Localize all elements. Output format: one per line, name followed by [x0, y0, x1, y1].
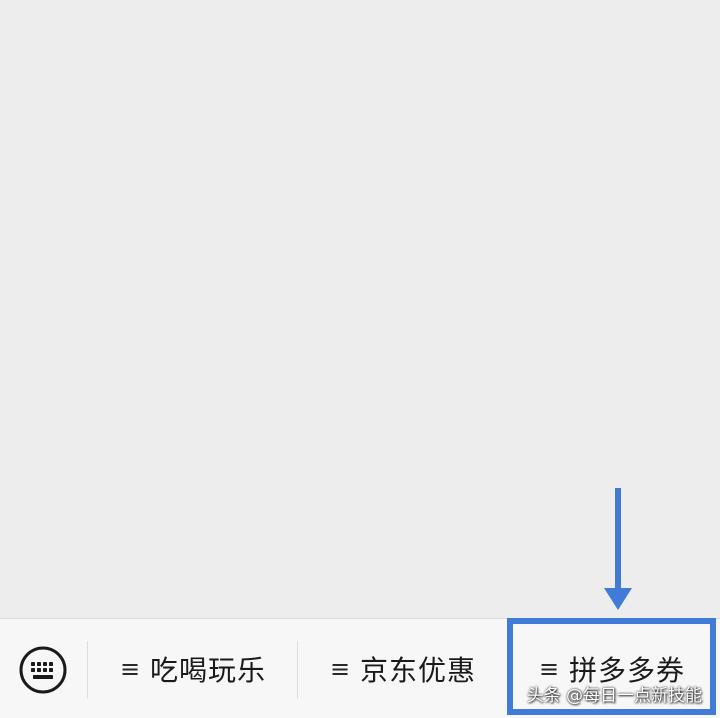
menu-item-jd-deals[interactable]: ≡ 京东优惠	[298, 639, 508, 699]
menu-item-label: 吃喝玩乐	[150, 654, 267, 687]
keyboard-toggle-button[interactable]	[18, 645, 68, 695]
chat-message-area	[0, 0, 720, 618]
chat-screen: ≡ 吃喝玩乐 ≡ 京东优惠 ≡ 拼多多券 头条 @每日一点新技能	[0, 0, 720, 718]
menu-item-pdd-coupons[interactable]: ≡ 拼多多券	[510, 639, 714, 699]
menu-lines-icon: ≡	[538, 655, 560, 683]
keyboard-icon	[19, 646, 67, 694]
menu-lines-icon: ≡	[329, 655, 351, 683]
custom-menu-bar: ≡ 吃喝玩乐 ≡ 京东优惠 ≡ 拼多多券	[0, 618, 720, 718]
menu-item-eat-drink-play[interactable]: ≡ 吃喝玩乐	[88, 639, 298, 699]
menu-item-label: 京东优惠	[360, 654, 477, 687]
menu-item-label: 拼多多券	[569, 654, 686, 687]
menu-lines-icon: ≡	[119, 655, 141, 683]
